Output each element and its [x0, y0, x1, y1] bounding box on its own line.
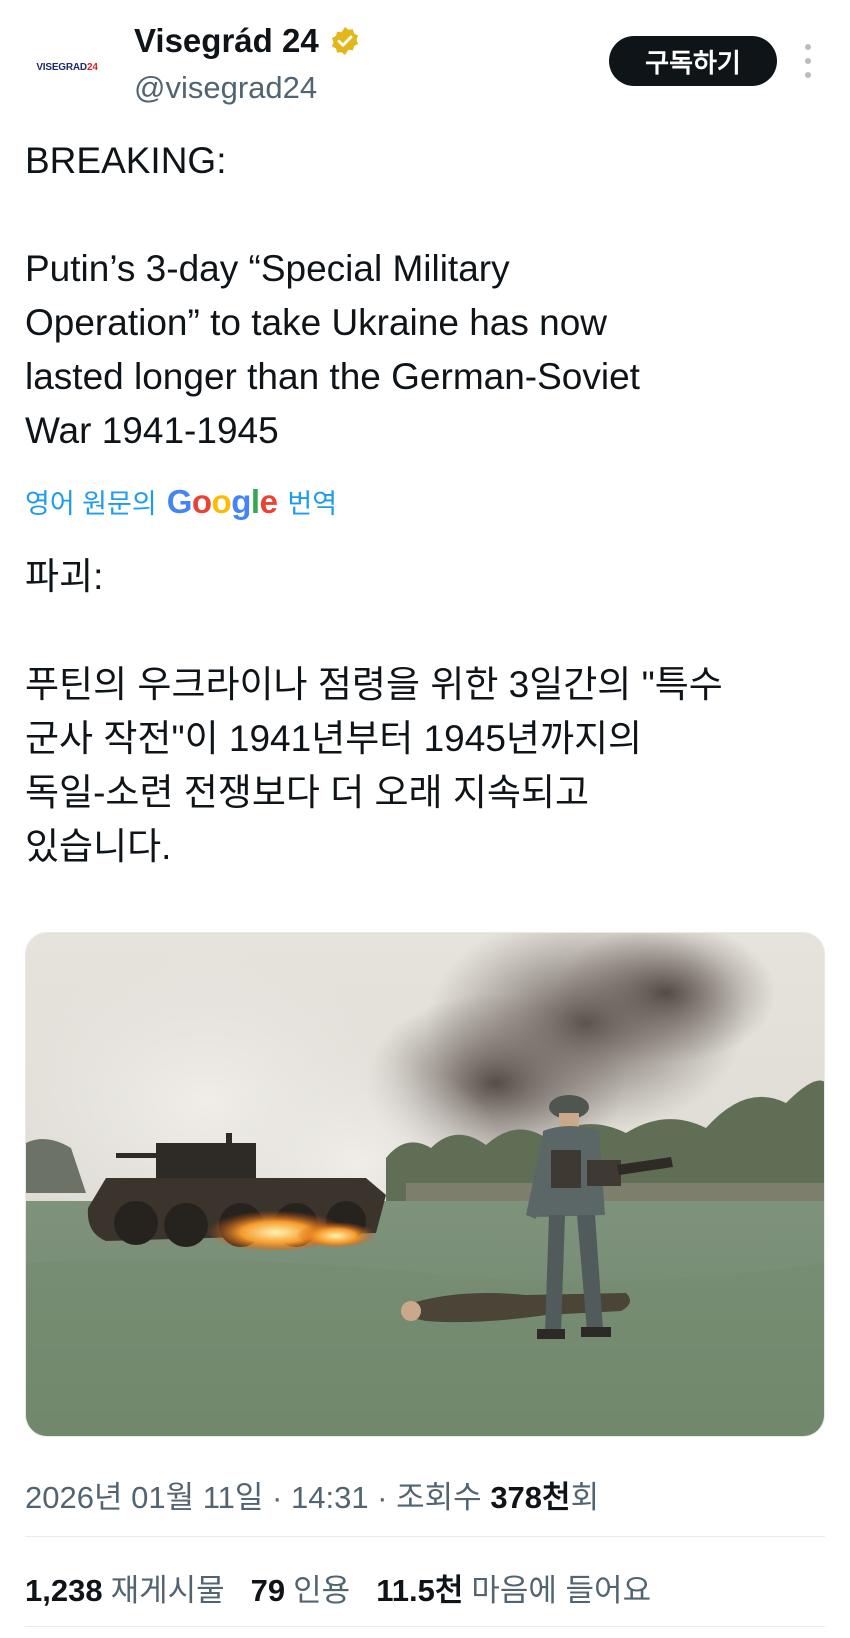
- reposts-count: 1,238: [25, 1573, 103, 1608]
- translated-paragraph: 파괴:: [25, 556, 104, 597]
- views-count: 378천: [490, 1480, 571, 1515]
- tweet-meta: 2026년 01월 11일 · 14:31 · 조회수 378천회: [25, 1472, 599, 1517]
- tweet-header: VISEGRAD24 Visegrád 24 @visegrad24 구독하기: [0, 0, 850, 112]
- likes-count: 11.5천: [376, 1573, 464, 1608]
- reposts-stat[interactable]: 1,238 재게시물: [25, 1565, 225, 1610]
- war-photo-illustration: [26, 933, 824, 1436]
- subscribe-button[interactable]: 구독하기: [609, 36, 777, 86]
- tweet-paragraph: BREAKING:: [25, 140, 227, 181]
- reposts-label: 재게시물: [110, 1573, 225, 1608]
- translate-prefix: 영어 원문의: [25, 489, 157, 519]
- tweet-text: BREAKING: Putin’s 3-day “Special Militar…: [25, 134, 825, 458]
- avatar-logo: VISEGRAD24: [36, 61, 98, 73]
- meta-separator: ·: [368, 1480, 397, 1515]
- likes-label: 마음에 들어요: [471, 1573, 652, 1608]
- views-suffix: 회: [570, 1480, 600, 1515]
- tweet-photo[interactable]: [25, 932, 825, 1437]
- verified-badge-icon: [331, 27, 358, 55]
- translated-text: 파괴: 푸틴의 우크라이나 점령을 위한 3일간의 "특수 군사 작전"이 19…: [25, 550, 825, 874]
- translated-paragraph: [25, 604, 825, 658]
- more-vertical-icon[interactable]: [800, 44, 816, 78]
- quotes-count: 79: [250, 1573, 286, 1608]
- engagement-stats: 1,238 재게시물 79 인용 11.5천 마음에 들어요: [25, 1565, 651, 1610]
- avatar[interactable]: VISEGRAD24: [22, 22, 112, 112]
- translate-suffix: 번역: [287, 489, 338, 519]
- tweet-paragraph: Putin’s 3-day “Special Military Operatio…: [25, 248, 640, 451]
- quotes-stat[interactable]: 79 인용: [251, 1565, 351, 1610]
- tweet-paragraph: [25, 188, 825, 242]
- likes-stat[interactable]: 11.5천 마음에 들어요: [376, 1565, 651, 1610]
- views-label: 조회수: [396, 1480, 491, 1515]
- google-logo: Google: [166, 482, 278, 520]
- quotes-label: 인용: [293, 1573, 351, 1608]
- display-name[interactable]: Visegrád 24: [134, 22, 319, 60]
- meta-separator: ·: [263, 1480, 291, 1515]
- name-row: Visegrád 24: [134, 22, 361, 60]
- tweet-date[interactable]: 2026년 01월 11일: [25, 1480, 263, 1515]
- translated-paragraph: 푸틴의 우크라이나 점령을 위한 3일간의 "특수 군사 작전"이 1941년부…: [25, 664, 723, 867]
- account-handle[interactable]: @visegrad24: [134, 70, 317, 106]
- divider: [25, 1536, 825, 1537]
- tweet-time[interactable]: 14:31: [291, 1480, 369, 1515]
- translate-link[interactable]: 영어 원문의 Google 번역: [25, 482, 337, 521]
- divider: [25, 1626, 825, 1627]
